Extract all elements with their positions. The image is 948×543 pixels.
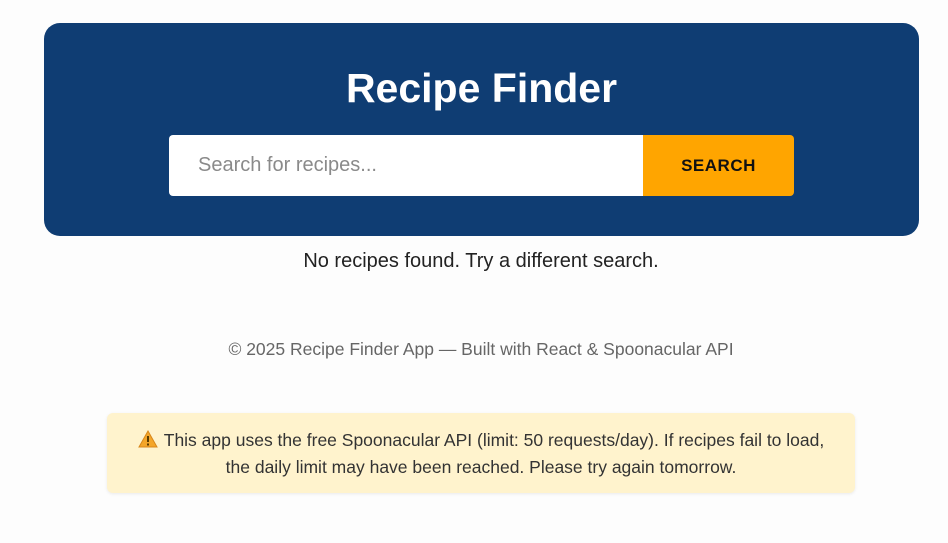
search-button[interactable]: SEARCH bbox=[643, 135, 794, 196]
page: Recipe Finder SEARCH No recipes found. T… bbox=[0, 0, 948, 543]
no-results-message: No recipes found. Try a different search… bbox=[303, 250, 659, 272]
warning-icon bbox=[137, 430, 158, 448]
header-banner: Recipe Finder SEARCH bbox=[44, 23, 919, 236]
search-input[interactable] bbox=[169, 135, 643, 196]
footer-copyright: © 2025 Recipe Finder App — Built with Re… bbox=[228, 339, 734, 359]
app-title: Recipe Finder bbox=[345, 65, 618, 111]
api-limit-notice: This app uses the free Spoonacular API (… bbox=[107, 413, 855, 493]
search-form: SEARCH bbox=[169, 135, 794, 196]
notice-text: This app uses the free Spoonacular API (… bbox=[163, 430, 825, 477]
